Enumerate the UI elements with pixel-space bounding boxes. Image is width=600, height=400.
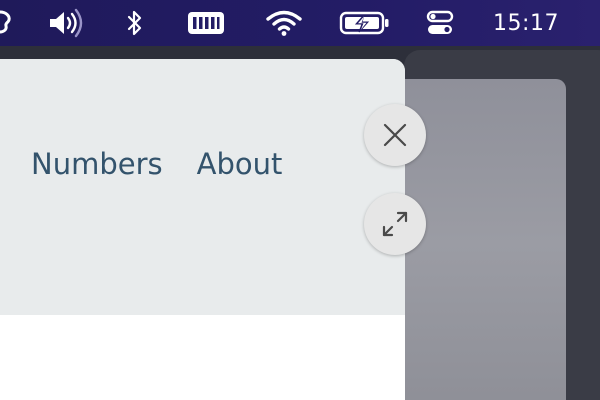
close-icon xyxy=(383,123,407,147)
nav-link-numbers[interactable]: Numbers xyxy=(31,145,163,183)
web-page-window: Numbers About xyxy=(0,59,405,400)
wifi-icon[interactable] xyxy=(264,0,304,46)
speaker-volume-icon[interactable] xyxy=(44,0,88,46)
page-header: Numbers About xyxy=(0,59,405,315)
screen: 15:17 Numbers About xyxy=(0,0,600,400)
expand-icon xyxy=(382,211,408,237)
control-center-icon[interactable] xyxy=(422,0,458,46)
battery-charging-icon[interactable] xyxy=(338,0,392,46)
nav-link-about[interactable]: About xyxy=(197,145,283,183)
keyboard-icon[interactable] xyxy=(186,0,226,46)
partial-app-icon[interactable] xyxy=(0,0,14,46)
bluetooth-icon[interactable] xyxy=(122,0,148,46)
close-button[interactable] xyxy=(364,104,426,166)
menu-bar-clock[interactable]: 15:17 xyxy=(486,0,566,46)
expand-button[interactable] xyxy=(364,193,426,255)
page-content-area xyxy=(0,315,405,400)
background-window-content xyxy=(404,79,566,400)
top-navigation: Numbers About xyxy=(31,145,282,183)
menu-bar: 15:17 xyxy=(0,0,600,46)
